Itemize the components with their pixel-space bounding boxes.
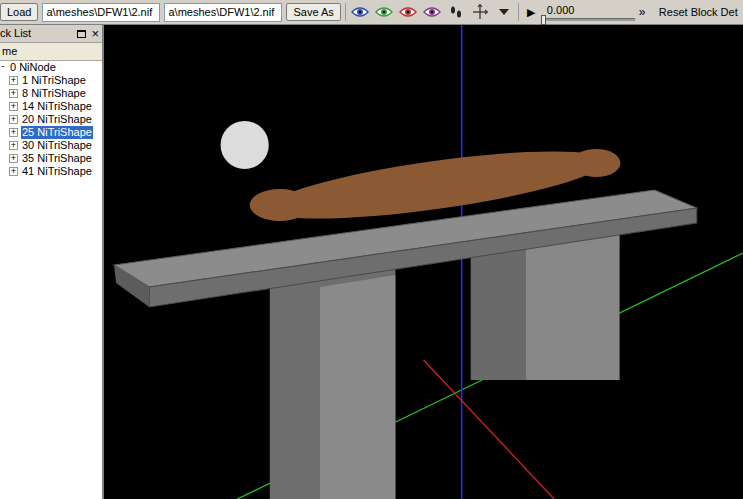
block-list-panel: ck List×me-0 NiNode+1 NiTriShape+8 NiTri… [0, 25, 104, 499]
time-slider[interactable]: 0.000 [543, 4, 635, 21]
column-title: me [2, 43, 17, 60]
table-end [114, 265, 149, 307]
figure-head [221, 121, 269, 169]
left-pedestal-face [320, 275, 395, 499]
expander-box[interactable]: + [9, 141, 18, 150]
axes-toggle[interactable] [470, 3, 490, 21]
expander-box[interactable]: + [9, 167, 18, 176]
view-toggle[interactable] [422, 3, 442, 21]
expander-box[interactable]: + [9, 76, 18, 85]
right-pedestal-face [526, 233, 619, 380]
tree-item-label[interactable]: 14 NiTriShape [21, 100, 93, 113]
tree-item[interactable]: +30 NiTriShape [0, 139, 102, 152]
walk-toggle[interactable] [446, 3, 466, 21]
workspace: ck List×me-0 NiNode+1 NiTriShape+8 NiTri… [0, 25, 743, 499]
3d-viewport[interactable] [104, 25, 743, 499]
expander-box[interactable]: + [9, 102, 18, 111]
tree-item-label[interactable]: 25 NiTriShape [21, 126, 93, 139]
eye-icon[interactable] [351, 6, 369, 18]
block-tree: -0 NiNode+1 NiTriShape+8 NiTriShape+14 N… [0, 61, 102, 178]
blue-axis [461, 25, 463, 499]
tree-item[interactable]: +41 NiTriShape [0, 165, 102, 178]
column-header: me [0, 43, 102, 61]
tree-item-label[interactable]: 20 NiTriShape [21, 113, 93, 126]
tree-item[interactable]: +8 NiTriShape [0, 87, 102, 100]
tree-item[interactable]: +1 NiTriShape [0, 74, 102, 87]
time-reading: 0.000 [543, 4, 635, 16]
view-toggle[interactable] [398, 3, 418, 21]
tree-item[interactable]: +14 NiTriShape [0, 100, 102, 113]
tree-item-label[interactable]: 8 NiTriShape [21, 87, 87, 100]
figure-arms [250, 189, 310, 221]
panel-title-bar: ck List × [0, 25, 102, 43]
tree-item-label[interactable]: 1 NiTriShape [21, 74, 87, 87]
expander-box[interactable]: - [0, 63, 6, 72]
slider-track[interactable] [543, 18, 635, 21]
separator [345, 3, 346, 21]
slider-thumb[interactable] [541, 15, 546, 25]
view-toggle[interactable] [350, 3, 370, 21]
more-button[interactable]: » [639, 3, 651, 21]
tree-item[interactable]: -0 NiNode [0, 61, 102, 74]
footprints-icon[interactable] [449, 5, 463, 19]
tree-item[interactable]: +25 NiTriShape [0, 126, 102, 139]
table-front [149, 208, 697, 307]
panel-controls: × [77, 27, 99, 40]
separator [518, 3, 519, 21]
scene[interactable] [104, 25, 743, 499]
restore-icon[interactable] [77, 30, 86, 38]
panel-title: ck List [0, 25, 31, 42]
tree-item[interactable]: +20 NiTriShape [0, 113, 102, 126]
left-pedestal [270, 265, 396, 499]
reset-block-details-button[interactable]: Reset Block Det [659, 4, 738, 21]
save-as-button[interactable]: Save As [286, 3, 340, 21]
close-button[interactable]: × [91, 27, 99, 40]
tree-item[interactable]: +35 NiTriShape [0, 152, 102, 165]
red-axis [424, 360, 555, 499]
expander-box[interactable]: + [9, 128, 18, 137]
tree-item-label[interactable]: 35 NiTriShape [21, 152, 93, 165]
axes-icon[interactable] [472, 4, 488, 20]
tree-item-label[interactable]: 0 NiNode [9, 61, 57, 74]
expander-box[interactable]: + [9, 154, 18, 163]
figure-body [263, 138, 608, 233]
load-button[interactable]: Load [0, 3, 38, 21]
expander-box[interactable]: + [9, 115, 18, 124]
dropdown-arrow-icon[interactable] [498, 7, 510, 17]
play-button[interactable]: ▶ [523, 4, 539, 21]
view-dropdown[interactable] [494, 3, 514, 21]
view-toggle[interactable] [374, 3, 394, 21]
file-path-field[interactable] [42, 3, 160, 22]
expander-box[interactable]: + [9, 89, 18, 98]
eye-icon[interactable] [423, 6, 441, 18]
tree-item-label[interactable]: 30 NiTriShape [21, 139, 93, 152]
eye-icon[interactable] [375, 6, 393, 18]
figure-feet [572, 149, 620, 177]
tree-item-label[interactable]: 41 NiTriShape [21, 165, 93, 178]
eye-icon[interactable] [399, 6, 417, 18]
toolbar: Load Save As ▶ 0.000 » Reset Block Det [0, 0, 743, 25]
file-path-field[interactable] [164, 3, 282, 22]
